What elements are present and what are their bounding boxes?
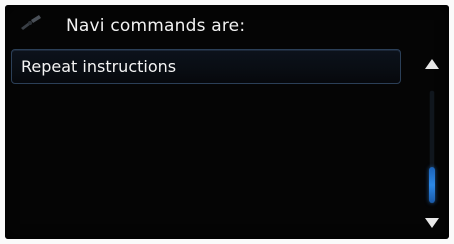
scroll-thumb[interactable] bbox=[429, 167, 435, 203]
navi-screen: Navi commands are: Repeat instructions bbox=[5, 5, 449, 239]
scroll-down-arrow-icon[interactable] bbox=[423, 216, 441, 230]
scrollbar[interactable] bbox=[417, 49, 449, 239]
command-list: Repeat instructions bbox=[11, 49, 401, 234]
list-item-label: Repeat instructions bbox=[21, 57, 177, 76]
page-title: Navi commands are: bbox=[66, 16, 246, 36]
voice-command-icon bbox=[19, 14, 43, 34]
list-item-repeat-instructions[interactable]: Repeat instructions bbox=[11, 49, 401, 84]
scroll-up-arrow-icon[interactable] bbox=[423, 57, 441, 71]
header: Navi commands are: bbox=[5, 5, 449, 49]
display-frame: Navi commands are: Repeat instructions bbox=[0, 0, 454, 244]
